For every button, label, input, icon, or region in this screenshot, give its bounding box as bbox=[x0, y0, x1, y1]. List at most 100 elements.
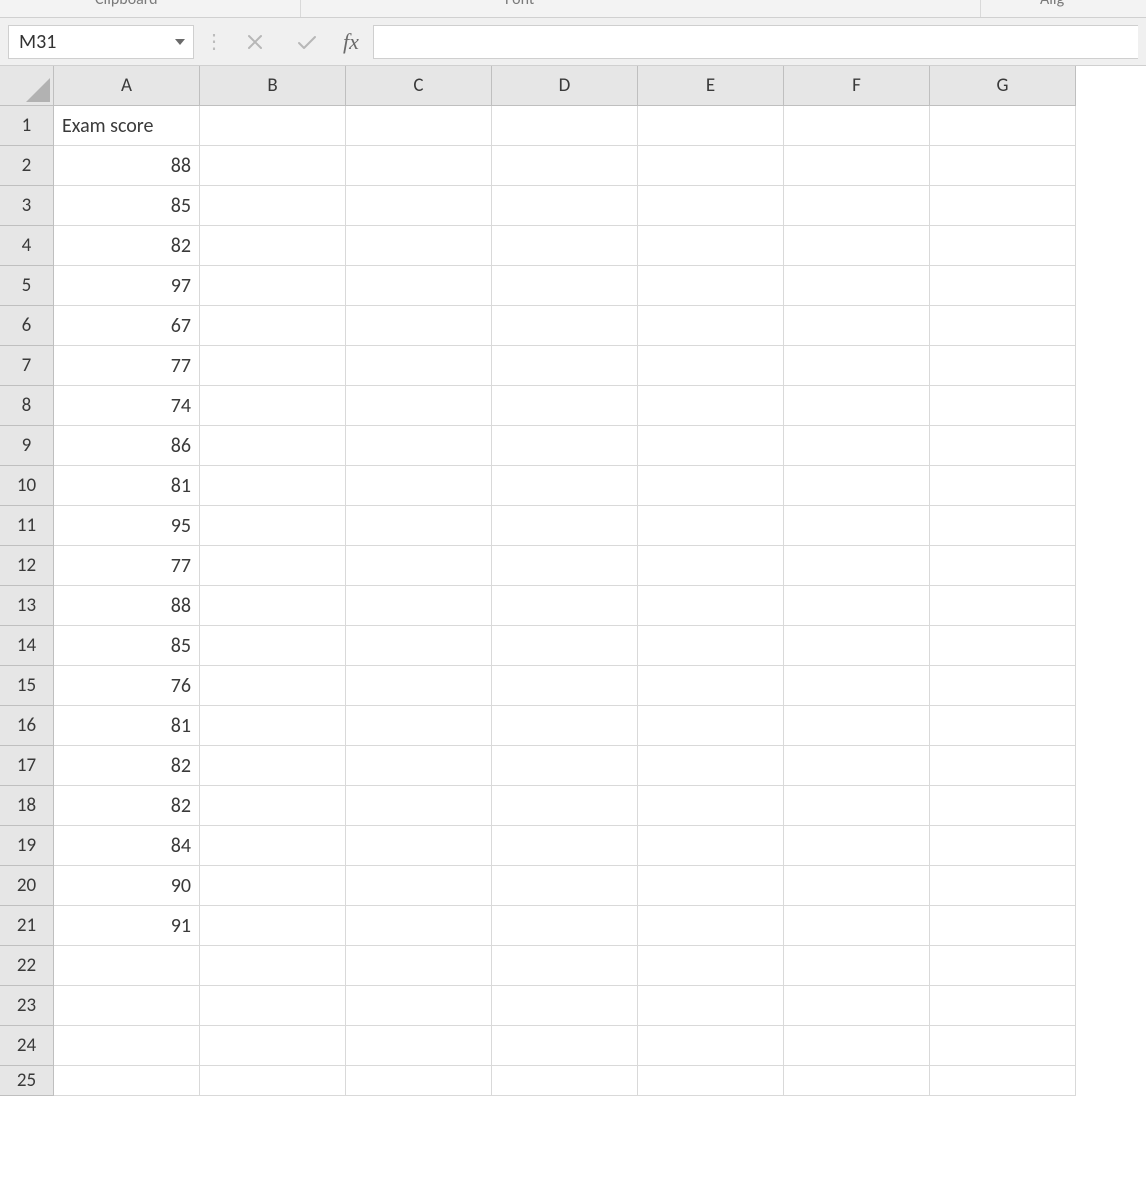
cell[interactable] bbox=[784, 386, 930, 426]
cell[interactable] bbox=[200, 266, 346, 306]
cell[interactable] bbox=[638, 746, 784, 786]
cell[interactable] bbox=[200, 946, 346, 986]
row-header[interactable]: 22 bbox=[0, 946, 54, 986]
row-header[interactable]: 24 bbox=[0, 1026, 54, 1066]
cell[interactable] bbox=[200, 746, 346, 786]
cell[interactable] bbox=[200, 386, 346, 426]
cell[interactable] bbox=[492, 306, 638, 346]
cell[interactable]: 88 bbox=[54, 146, 200, 186]
cell[interactable] bbox=[492, 906, 638, 946]
cell[interactable] bbox=[638, 626, 784, 666]
cell[interactable] bbox=[930, 146, 1076, 186]
cell[interactable] bbox=[492, 826, 638, 866]
cell[interactable]: 82 bbox=[54, 746, 200, 786]
cell[interactable] bbox=[492, 106, 638, 146]
cell[interactable] bbox=[784, 826, 930, 866]
cell[interactable] bbox=[784, 946, 930, 986]
cell[interactable] bbox=[200, 426, 346, 466]
cell[interactable] bbox=[784, 866, 930, 906]
insert-function-button[interactable]: fx bbox=[337, 29, 365, 55]
cell[interactable] bbox=[930, 746, 1076, 786]
cell[interactable] bbox=[200, 586, 346, 626]
cell[interactable] bbox=[346, 426, 492, 466]
cell[interactable] bbox=[638, 946, 784, 986]
cell[interactable] bbox=[492, 666, 638, 706]
cell[interactable] bbox=[638, 266, 784, 306]
cell[interactable] bbox=[638, 906, 784, 946]
cell[interactable] bbox=[930, 226, 1076, 266]
cell[interactable] bbox=[638, 866, 784, 906]
cell[interactable] bbox=[784, 986, 930, 1026]
cell[interactable] bbox=[784, 626, 930, 666]
cell[interactable] bbox=[492, 266, 638, 306]
cell[interactable] bbox=[346, 546, 492, 586]
cell[interactable] bbox=[930, 786, 1076, 826]
cell[interactable] bbox=[638, 986, 784, 1026]
cell[interactable] bbox=[930, 866, 1076, 906]
cell[interactable] bbox=[346, 586, 492, 626]
cell[interactable] bbox=[930, 946, 1076, 986]
cell[interactable] bbox=[346, 186, 492, 226]
cell[interactable] bbox=[346, 666, 492, 706]
cell[interactable]: 81 bbox=[54, 706, 200, 746]
cell[interactable] bbox=[784, 226, 930, 266]
cell[interactable] bbox=[930, 906, 1076, 946]
cell[interactable]: 74 bbox=[54, 386, 200, 426]
cell[interactable] bbox=[346, 706, 492, 746]
cell[interactable] bbox=[492, 426, 638, 466]
cell[interactable] bbox=[784, 346, 930, 386]
cell[interactable] bbox=[784, 1066, 930, 1096]
row-header[interactable]: 12 bbox=[0, 546, 54, 586]
row-header[interactable]: 7 bbox=[0, 346, 54, 386]
cell[interactable] bbox=[930, 346, 1076, 386]
cell[interactable] bbox=[200, 1066, 346, 1096]
cell[interactable] bbox=[200, 826, 346, 866]
row-header[interactable]: 17 bbox=[0, 746, 54, 786]
row-header[interactable]: 10 bbox=[0, 466, 54, 506]
cell[interactable] bbox=[200, 146, 346, 186]
cell[interactable] bbox=[492, 586, 638, 626]
cell[interactable] bbox=[784, 426, 930, 466]
cell[interactable] bbox=[200, 706, 346, 746]
cell[interactable]: 95 bbox=[54, 506, 200, 546]
cell[interactable] bbox=[784, 146, 930, 186]
cell[interactable] bbox=[346, 746, 492, 786]
cell[interactable] bbox=[638, 706, 784, 746]
cell[interactable] bbox=[346, 986, 492, 1026]
cell[interactable] bbox=[200, 786, 346, 826]
row-header[interactable]: 6 bbox=[0, 306, 54, 346]
cell[interactable] bbox=[638, 1066, 784, 1096]
cell[interactable] bbox=[930, 386, 1076, 426]
cell[interactable] bbox=[200, 106, 346, 146]
cell[interactable] bbox=[930, 426, 1076, 466]
cell[interactable] bbox=[784, 186, 930, 226]
cell[interactable] bbox=[54, 1066, 200, 1096]
cell[interactable] bbox=[784, 706, 930, 746]
cell[interactable] bbox=[346, 626, 492, 666]
enter-formula-button[interactable] bbox=[285, 25, 329, 59]
cell[interactable] bbox=[784, 266, 930, 306]
row-header[interactable]: 13 bbox=[0, 586, 54, 626]
row-header[interactable]: 5 bbox=[0, 266, 54, 306]
cell[interactable] bbox=[54, 986, 200, 1026]
row-header[interactable]: 21 bbox=[0, 906, 54, 946]
cell[interactable] bbox=[200, 626, 346, 666]
row-header[interactable]: 19 bbox=[0, 826, 54, 866]
cell[interactable] bbox=[200, 666, 346, 706]
cell[interactable]: Exam score bbox=[54, 106, 200, 146]
cell[interactable] bbox=[638, 226, 784, 266]
cell[interactable] bbox=[638, 386, 784, 426]
cell[interactable] bbox=[54, 1026, 200, 1066]
cell[interactable]: 77 bbox=[54, 546, 200, 586]
cell[interactable] bbox=[784, 666, 930, 706]
cell[interactable]: 81 bbox=[54, 466, 200, 506]
cell[interactable] bbox=[492, 746, 638, 786]
column-header[interactable]: B bbox=[200, 66, 346, 106]
cell[interactable]: 67 bbox=[54, 306, 200, 346]
cell[interactable] bbox=[346, 826, 492, 866]
cell[interactable] bbox=[930, 986, 1076, 1026]
cell[interactable] bbox=[638, 786, 784, 826]
cell[interactable] bbox=[930, 1066, 1076, 1096]
cell[interactable] bbox=[492, 186, 638, 226]
cell[interactable] bbox=[346, 906, 492, 946]
